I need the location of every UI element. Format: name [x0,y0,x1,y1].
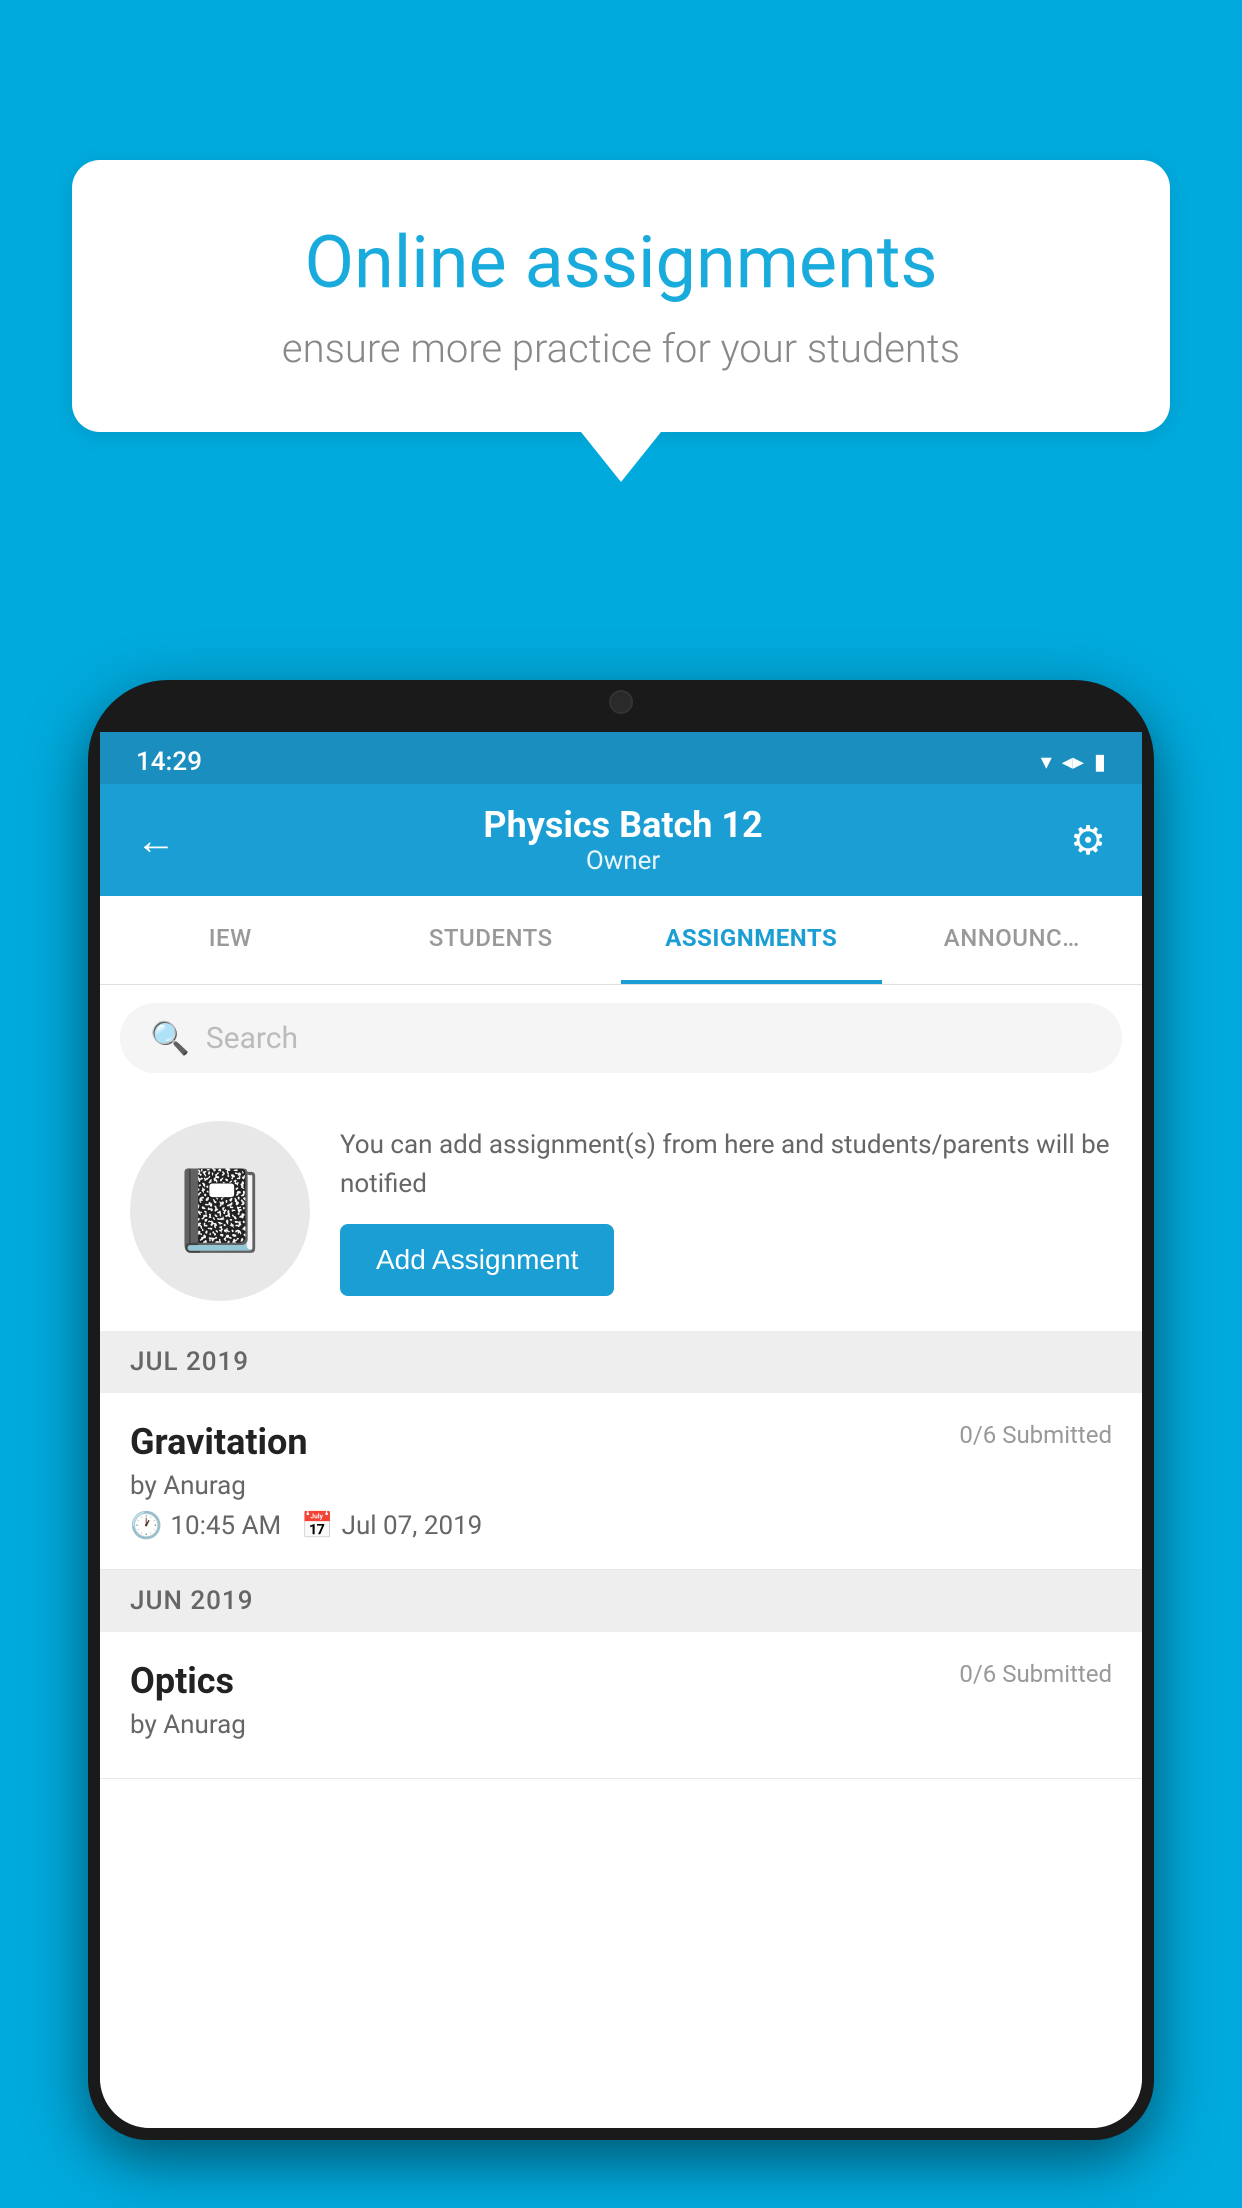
notebook-icon: 📓 [170,1164,270,1258]
search-bar-container: 🔍 Search [100,985,1142,1091]
assignment-item-optics[interactable]: Optics 0/6 Submitted by Anurag [100,1632,1142,1779]
section-header-jun: JUN 2019 [100,1570,1142,1632]
speech-bubble-title: Online assignments [142,220,1100,305]
signal-icon: ◂▸ [1062,750,1084,775]
section-month-jun: JUN 2019 [130,1586,253,1616]
status-icons: ▾ ◂▸ ▮ [1041,750,1106,775]
assignment-name-gravitation: Gravitation [130,1421,308,1463]
assignment-time-item: 🕐 10:45 AM [130,1511,281,1541]
assignment-submitted-optics: 0/6 Submitted [959,1660,1112,1688]
speech-bubble-arrow [581,432,661,482]
add-assignment-button[interactable]: Add Assignment [340,1224,614,1296]
promo-section: 📓 You can add assignment(s) from here an… [100,1091,1142,1331]
content-area: 🔍 Search 📓 You can add assignment(s) fro… [100,985,1142,2128]
speech-bubble-subtitle: ensure more practice for your students [142,325,1100,372]
phone-screen: 14:29 ▾ ◂▸ ▮ ← Physics Batch 12 Owner ⚙ … [100,732,1142,2128]
promo-icon-circle: 📓 [130,1121,310,1301]
header-subtitle: Owner [483,846,762,876]
section-month-jul: JUL 2019 [130,1347,249,1377]
tab-assignments[interactable]: ASSIGNMENTS [621,896,882,984]
app-header: ← Physics Batch 12 Owner ⚙ [100,784,1142,896]
tab-bar: IEW STUDENTS ASSIGNMENTS ANNOUNC… [100,896,1142,985]
assignment-submitted-gravitation: 0/6 Submitted [959,1421,1112,1449]
assignment-date-item: 📅 Jul 07, 2019 [301,1511,482,1541]
tab-announcements[interactable]: ANNOUNC… [882,896,1143,984]
tab-iew[interactable]: IEW [100,896,361,984]
speech-bubble-container: Online assignments ensure more practice … [72,160,1170,482]
promo-description: You can add assignment(s) from here and … [340,1126,1112,1204]
phone-wrapper: 14:29 ▾ ◂▸ ▮ ← Physics Batch 12 Owner ⚙ … [88,680,1154,2208]
header-title: Physics Batch 12 [483,804,762,846]
search-placeholder: Search [206,1021,298,1056]
assignment-top-row: Gravitation 0/6 Submitted [130,1421,1112,1463]
phone-frame: 14:29 ▾ ◂▸ ▮ ← Physics Batch 12 Owner ⚙ … [88,680,1154,2140]
calendar-icon: 📅 [301,1511,333,1541]
section-header-jul: JUL 2019 [100,1331,1142,1393]
assignment-name-optics: Optics [130,1660,234,1702]
search-icon: 🔍 [150,1019,190,1057]
assignment-item-gravitation[interactable]: Gravitation 0/6 Submitted by Anurag 🕐 10… [100,1393,1142,1570]
assignment-top-row-optics: Optics 0/6 Submitted [130,1660,1112,1702]
wifi-icon: ▾ [1041,750,1052,775]
speech-bubble: Online assignments ensure more practice … [72,160,1170,432]
assignment-by-gravitation: by Anurag [130,1471,1112,1501]
phone-notch [531,680,711,722]
assignment-meta-gravitation: 🕐 10:45 AM 📅 Jul 07, 2019 [130,1511,1112,1541]
tab-students[interactable]: STUDENTS [361,896,622,984]
status-bar: 14:29 ▾ ◂▸ ▮ [100,732,1142,784]
clock-icon: 🕐 [130,1511,162,1541]
status-time: 14:29 [136,747,202,777]
header-title-block: Physics Batch 12 Owner [483,804,762,876]
assignment-by-optics: by Anurag [130,1710,1112,1740]
search-bar[interactable]: 🔍 Search [120,1003,1122,1073]
settings-button[interactable]: ⚙ [1070,817,1106,864]
front-camera [609,690,633,714]
back-button[interactable]: ← [136,817,176,864]
battery-icon: ▮ [1094,750,1106,775]
assignment-date: Jul 07, 2019 [342,1511,483,1541]
promo-text-block: You can add assignment(s) from here and … [340,1126,1112,1296]
assignment-time: 10:45 AM [170,1511,281,1541]
